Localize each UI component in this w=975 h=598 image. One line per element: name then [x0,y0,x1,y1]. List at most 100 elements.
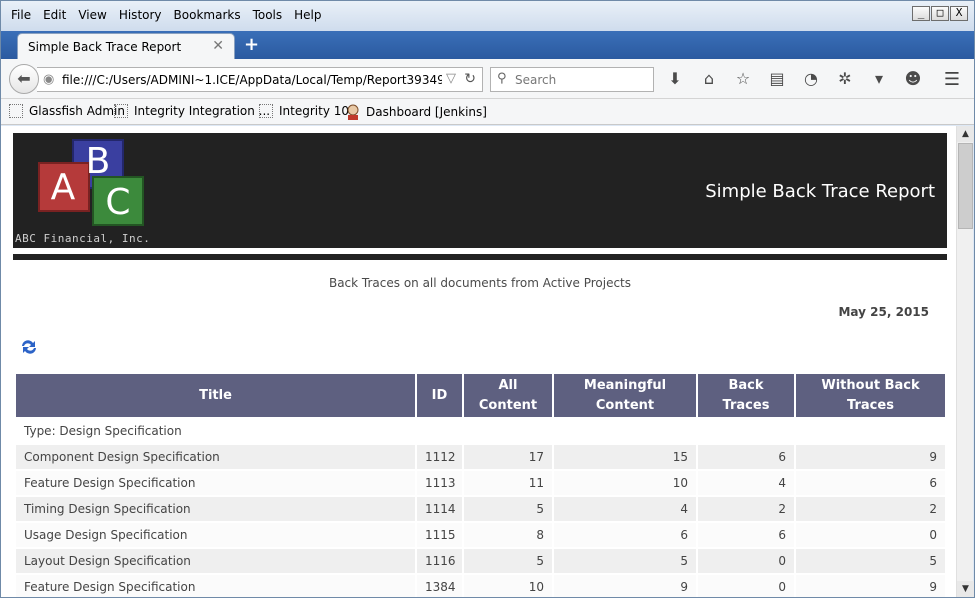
menu-history[interactable]: History [113,6,168,24]
scroll-up-arrow-icon[interactable]: ▲ [957,126,974,142]
jenkins-icon [347,104,359,120]
browser-window: File Edit View History Bookmarks Tools H… [0,0,975,598]
cell-meaningful-content: 6 [552,521,698,549]
scroll-down-arrow-icon[interactable]: ▼ [957,581,974,597]
window-controls: _ □ X [912,6,968,21]
cell-title[interactable]: Feature Design Specification [14,573,417,597]
search-placeholder: Search [515,73,557,87]
cell-without-back-traces: 9 [794,573,947,597]
site-identity-icon[interactable]: ◉ [43,72,54,87]
refresh-icon[interactable] [19,338,39,356]
column-header-id[interactable]: ID [415,372,464,419]
cell-meaningful-content: 10 [552,469,698,497]
title-bar: File Edit View History Bookmarks Tools H… [1,1,974,31]
logo-letter-a: A [51,167,76,208]
close-tab-icon[interactable]: ✕ [212,38,224,54]
scrollbar-thumb[interactable] [958,143,973,229]
menu-view[interactable]: View [72,6,112,24]
column-header-all-content[interactable]: All Content [462,372,554,419]
cell-id: 1116 [415,547,464,575]
cell-all-content: 5 [462,547,554,575]
menu-file[interactable]: File [5,6,37,24]
page-icon [9,104,23,118]
cell-meaningful-content: 9 [552,573,698,597]
cell-back-traces: 2 [696,495,796,523]
cell-title[interactable]: Component Design Specification [14,443,417,471]
cell-meaningful-content: 4 [552,495,698,523]
report-subtitle: Back Traces on all documents from Active… [328,276,632,290]
cell-title[interactable]: Layout Design Specification [14,547,417,575]
cell-all-content: 10 [462,573,554,597]
tab-strip: Simple Back Trace Report ✕ + [1,31,974,60]
downloads-icon[interactable]: ⬇ [665,69,685,89]
bookmarks-library-icon[interactable]: ▤ [767,69,787,89]
report-title: Simple Back Trace Report [705,181,935,202]
column-header-title[interactable]: Title [14,372,417,419]
group-label: Type: Design Specification [14,417,947,445]
extension-icon[interactable]: ✲ [835,69,855,89]
report-banner: B A C ABC Financial, Inc. Simple Back Tr… [13,133,947,248]
menu-bookmarks[interactable]: Bookmarks [168,6,247,24]
reload-icon[interactable]: ↻ [464,71,476,87]
abc-logo: B A C [38,139,144,226]
cell-back-traces: 0 [696,573,796,597]
cell-id: 1112 [415,443,464,471]
toolbar-icons: ⬇ ⌂ ☆ ▤ ◔ ✲ ▾ ☻ [665,69,923,89]
cell-back-traces: 0 [696,547,796,575]
column-header-meaningful-content[interactable]: Meaningful Content [552,372,698,419]
bookmark-label: Integrity Integration ... [134,104,271,118]
tab-title: Simple Back Trace Report [28,40,182,54]
table-row: Feature Design Specification 1113 11 10 4 6 [14,469,947,497]
navigation-toolbar: ◉ file:///C:/Users/ADMINI~1.ICE/AppData/… [1,59,974,99]
back-button[interactable]: ⬅ [9,64,39,94]
home-icon[interactable]: ⌂ [699,69,719,89]
logo-letter-c: C [105,182,130,223]
cell-without-back-traces: 2 [794,495,947,523]
bookmark-dashboard-jenkins[interactable]: Dashboard [Jenkins] [346,104,487,120]
url-bar[interactable]: ◉ file:///C:/Users/ADMINI~1.ICE/AppData/… [37,67,483,92]
bookmark-integrity-10[interactable]: Integrity 10 [259,104,349,118]
column-header-back-traces[interactable]: Back Traces [696,372,796,419]
cell-all-content: 8 [462,521,554,549]
table-row: Timing Design Specification 1114 5 4 2 2 [14,495,947,523]
menu-help[interactable]: Help [288,6,327,24]
url-text[interactable]: file:///C:/Users/ADMINI~1.ICE/AppData/Lo… [62,73,442,87]
new-tab-button[interactable]: + [244,34,259,55]
cell-title[interactable]: Timing Design Specification [14,495,417,523]
logo-letter-b: B [86,141,111,182]
bookmarks-toolbar: Glassfish Admin Integrity Integration ..… [1,99,974,125]
cell-without-back-traces: 6 [794,469,947,497]
cell-without-back-traces: 9 [794,443,947,471]
menu-edit[interactable]: Edit [37,6,72,24]
minimize-button[interactable]: _ [912,6,930,21]
tab-simple-back-trace-report[interactable]: Simple Back Trace Report ✕ [17,33,235,60]
smiley-icon[interactable]: ☻ [903,69,923,89]
back-arrow-icon: ⬅ [17,69,31,88]
cell-without-back-traces: 0 [794,521,947,549]
bookmark-star-icon[interactable]: ☆ [733,69,753,89]
bookmark-glassfish-admin[interactable]: Glassfish Admin [9,104,125,118]
close-window-button[interactable]: X [950,6,968,21]
table-row: Component Design Specification 1112 17 15 6 9 [14,443,947,471]
search-bar[interactable]: ⚲ Search [490,67,654,92]
menu-hamburger-icon[interactable]: ☰ [944,69,960,90]
back-trace-table: Title ID All Content Meaningful Content Ba… [14,372,947,597]
cell-id: 1115 [415,521,464,549]
cell-all-content: 5 [462,495,554,523]
table-row: Feature Design Specification 1384 10 9 0 9 [14,573,947,597]
vertical-scrollbar[interactable]: ▲ ▼ [956,126,974,597]
url-dropdown-icon[interactable]: ▽ [446,71,456,86]
banner-divider [13,254,947,260]
maximize-button[interactable]: □ [931,6,949,21]
cell-id: 1113 [415,469,464,497]
cell-back-traces: 6 [696,443,796,471]
page-icon [259,104,273,118]
table-row: Layout Design Specification 1116 5 5 0 5 [14,547,947,575]
history-icon[interactable]: ◔ [801,69,821,89]
menu-tools[interactable]: Tools [247,6,289,24]
bookmark-integrity-integration[interactable]: Integrity Integration ... [114,104,270,118]
extension-dropdown-icon[interactable]: ▾ [869,69,889,89]
column-header-without-back-traces[interactable]: Without Back Traces [794,372,947,419]
cell-title[interactable]: Feature Design Specification [14,469,417,497]
cell-title[interactable]: Usage Design Specification [14,521,417,549]
